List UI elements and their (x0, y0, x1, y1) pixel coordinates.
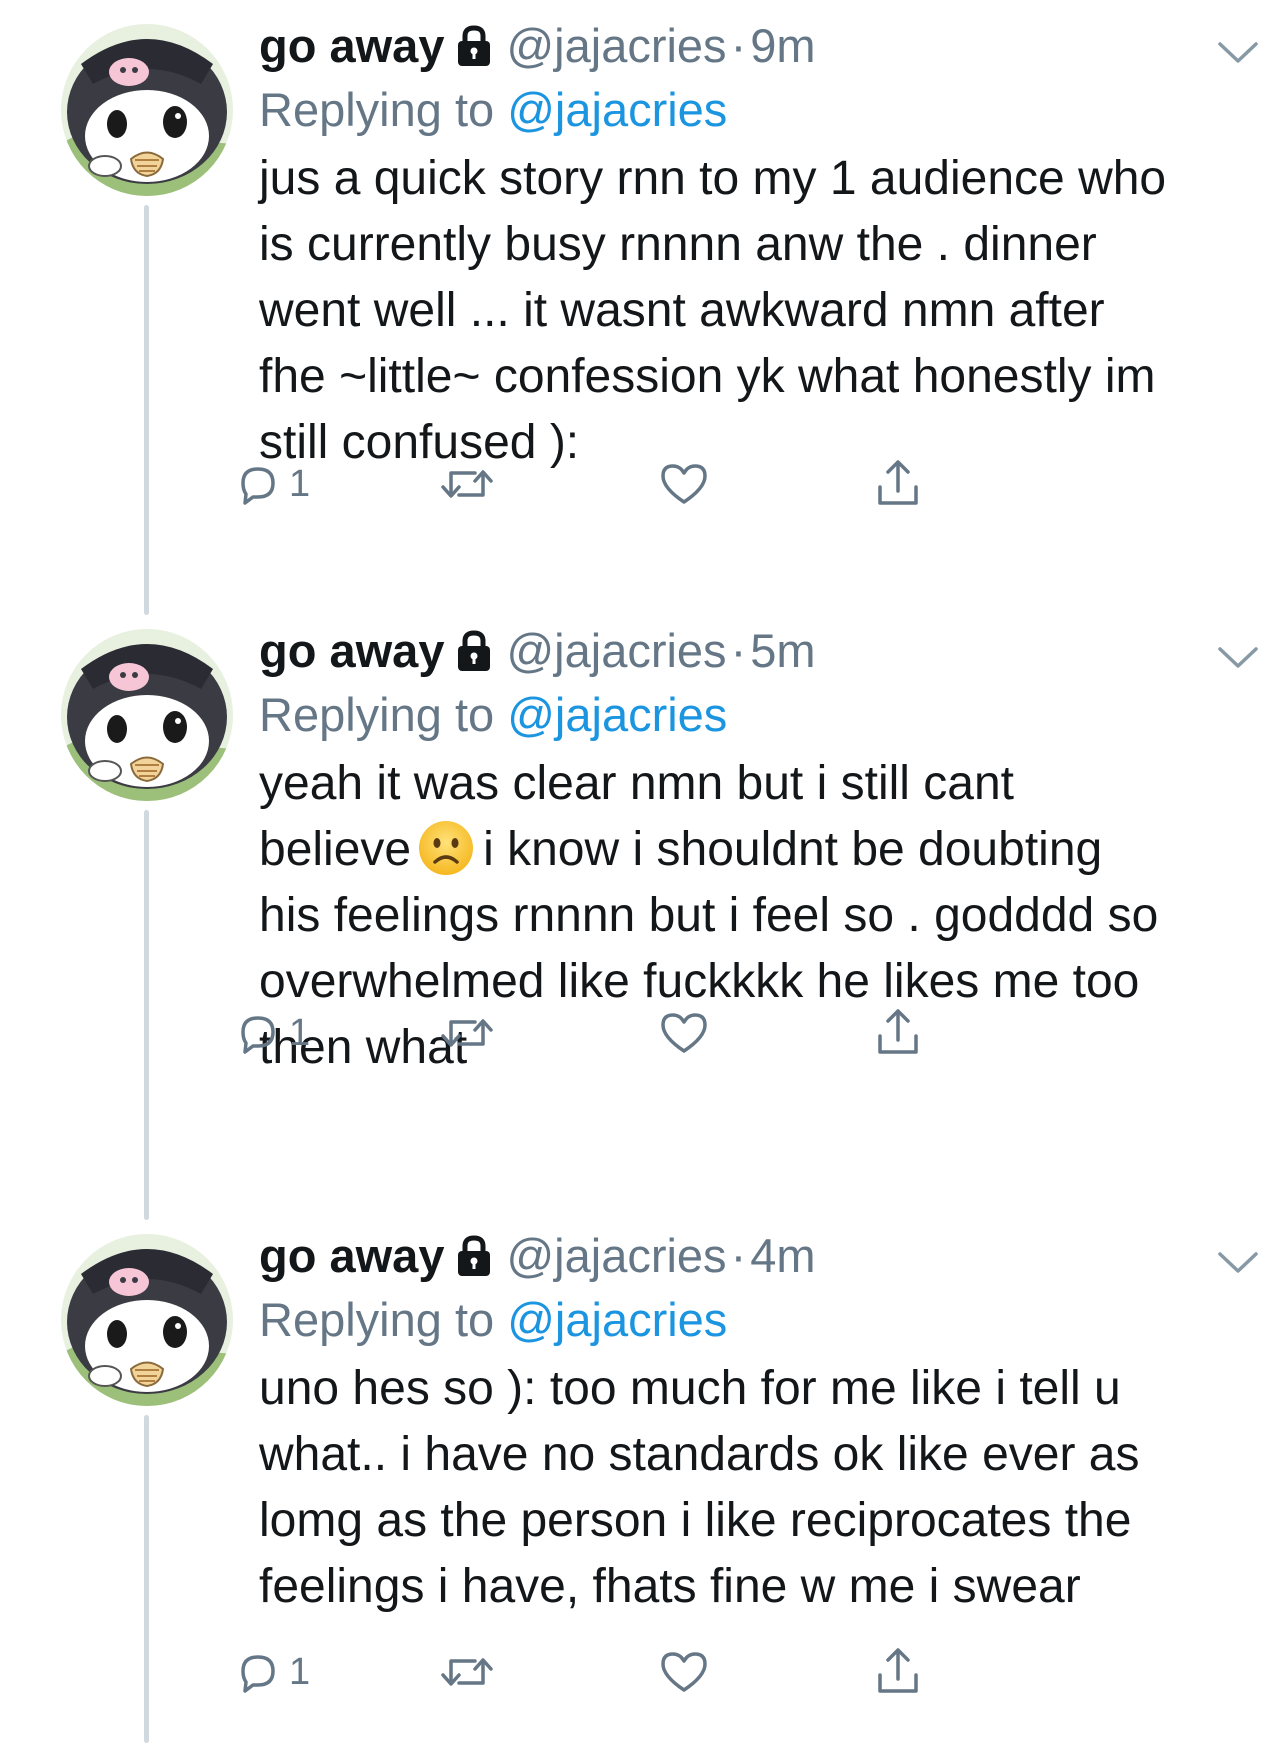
share-icon (878, 460, 918, 505)
share-button[interactable] (875, 454, 921, 514)
like-button[interactable] (659, 1642, 709, 1702)
avatar[interactable] (61, 629, 233, 801)
share-button[interactable] (875, 1003, 921, 1063)
reply-button[interactable]: 1 (235, 454, 310, 514)
tweet[interactable]: go away @jajacries · 4m Replying to @jaj… (0, 1210, 1284, 1743)
lock-icon (458, 630, 491, 671)
timestamp[interactable]: 5m (750, 619, 815, 683)
separator-dot: · (730, 624, 747, 677)
reply-count: 1 (289, 462, 311, 505)
share-button[interactable] (875, 1642, 921, 1702)
tweet-header: go away @jajacries · 5m (259, 619, 1239, 683)
lock-icon (458, 25, 491, 66)
tweet[interactable]: go away @jajacries · 9m Replying to @jaj… (0, 0, 1284, 600)
display-name[interactable]: go away (259, 14, 444, 78)
reply-icon (241, 1655, 275, 1693)
tweet-text: jus a quick story rnn to my 1 audience w… (259, 152, 1167, 469)
replying-to-label: Replying to (259, 688, 508, 741)
replying-to: Replying to @jajacries (259, 1288, 1239, 1352)
lock-icon (458, 1235, 491, 1276)
like-button[interactable] (659, 454, 709, 514)
retweet-icon (441, 1658, 493, 1686)
replying-to-handle[interactable]: @jajacries (507, 83, 727, 136)
chevron-down-icon[interactable] (1217, 40, 1259, 66)
avatar[interactable] (61, 24, 233, 196)
like-icon (661, 1652, 707, 1692)
tweet-actions: 1 (241, 454, 1079, 514)
like-icon (661, 464, 707, 504)
tweet-actions: 1 (241, 1642, 1079, 1702)
display-name[interactable]: go away (259, 1224, 444, 1288)
reply-icon (241, 467, 275, 505)
retweet-button[interactable] (439, 1003, 495, 1063)
tweet[interactable]: go away @jajacries · 5m Replying to @jaj… (0, 605, 1284, 1205)
retweet-button[interactable] (439, 1642, 495, 1702)
reply-count: 1 (289, 1011, 311, 1054)
user-handle[interactable]: @jajacries (506, 619, 726, 683)
retweet-icon (441, 470, 493, 498)
reply-button[interactable]: 1 (235, 1003, 310, 1063)
share-icon (878, 1648, 918, 1693)
replying-to-handle[interactable]: @jajacries (507, 1293, 727, 1346)
like-button[interactable] (659, 1003, 709, 1063)
retweet-icon (441, 1019, 493, 1047)
retweet-button[interactable] (439, 454, 495, 514)
like-icon (661, 1013, 707, 1053)
timestamp[interactable]: 9m (750, 14, 815, 78)
timestamp[interactable]: 4m (750, 1224, 815, 1288)
avatar[interactable] (61, 1234, 233, 1406)
user-handle[interactable]: @jajacries (506, 14, 726, 78)
tweet-actions: 1 (241, 1003, 1079, 1063)
replying-to-handle[interactable]: @jajacries (507, 688, 727, 741)
replying-to: Replying to @jajacries (259, 78, 1239, 142)
reply-count: 1 (289, 1650, 311, 1693)
tweet-header: go away @jajacries · 9m (259, 14, 1239, 78)
share-icon (878, 1009, 918, 1054)
chevron-down-icon[interactable] (1217, 645, 1259, 671)
reply-icon (241, 1016, 275, 1054)
tweet-header: go away @jajacries · 4m (259, 1224, 1239, 1288)
chevron-down-icon[interactable] (1217, 1250, 1259, 1276)
display-name[interactable]: go away (259, 619, 444, 683)
reply-button[interactable]: 1 (235, 1642, 310, 1702)
replying-to-label: Replying to (259, 1293, 508, 1346)
tweet-text: uno hes so ): too much for me like i tel… (259, 1362, 1140, 1613)
user-handle[interactable]: @jajacries (506, 1224, 726, 1288)
separator-dot: · (730, 1229, 747, 1282)
slightly-frowning-face-icon (419, 821, 474, 875)
replying-to: Replying to @jajacries (259, 683, 1239, 747)
replying-to-label: Replying to (259, 83, 508, 136)
separator-dot: · (730, 19, 747, 72)
